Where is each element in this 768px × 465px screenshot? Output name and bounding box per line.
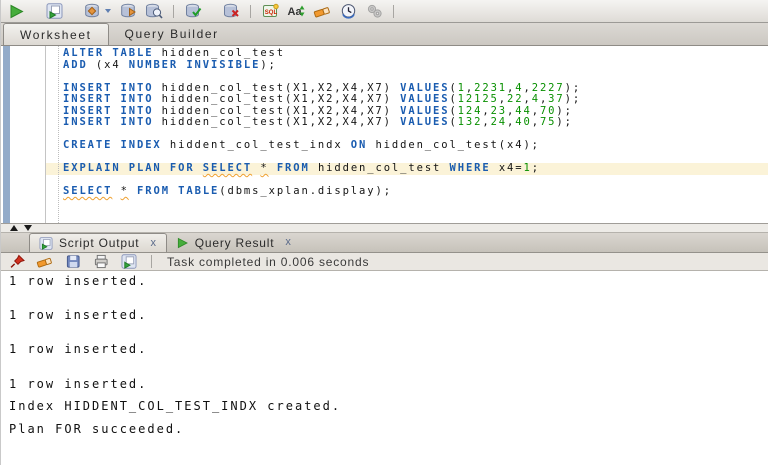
rollback-button[interactable] [220, 2, 242, 21]
editor-margin-strip [3, 46, 10, 223]
tab-query-result[interactable]: Query Result x [167, 233, 301, 252]
cancel-task-button[interactable] [363, 2, 385, 21]
case-toggle-icon: Aa [288, 5, 305, 18]
collapse-down-icon[interactable] [24, 225, 32, 231]
toolbar-separator [250, 4, 251, 18]
run-script-icon [121, 254, 136, 269]
autotrace-dropdown-icon[interactable] [105, 9, 111, 13]
eraser-icon [36, 257, 52, 268]
eraser-icon [313, 7, 330, 18]
sql-tuning-advisor-button[interactable] [143, 2, 165, 21]
printer-icon [94, 254, 108, 269]
sql-history-button[interactable] [337, 2, 359, 21]
editor-indent-guide [58, 46, 59, 223]
unshared-worksheet-button[interactable]: SQL [259, 2, 281, 21]
clear-output-button[interactable] [35, 254, 54, 270]
commit-button[interactable] [182, 2, 204, 21]
tab-script-output-label: Script Output [59, 236, 140, 250]
close-icon[interactable]: x [285, 237, 291, 248]
commit-icon [185, 3, 201, 18]
explain-plan-button[interactable] [117, 2, 139, 21]
code-line[interactable]: ADD (x4 NUMBER INVISIBLE); [46, 59, 768, 72]
svg-text:Aa: Aa [288, 6, 303, 18]
explain-plan-icon [120, 3, 136, 18]
toolbar-separator [151, 255, 152, 268]
code-line-highlighted[interactable]: EXPLAIN PLAN FOR SELECT * FROM hidden_co… [46, 162, 768, 175]
run-script-button[interactable] [43, 2, 65, 21]
gears-icon [367, 4, 382, 18]
svg-text:SQL: SQL [264, 10, 277, 16]
panel-splitter[interactable] [1, 224, 768, 233]
run-statement-icon [10, 4, 24, 18]
code-line[interactable]: SELECT * FROM TABLE(dbms_xplan.display); [46, 185, 768, 198]
output-toolbar: Task completed in 0.006 seconds [1, 253, 768, 271]
tab-query-builder[interactable]: Query Builder [109, 23, 235, 45]
code-area[interactable]: ALTER TABLE hidden_col_test ADD (x4 NUMBE… [46, 47, 768, 198]
tab-script-output[interactable]: Script Output x [29, 233, 167, 252]
script-output-text: 1 row inserted. 1 row inserted. 1 row in… [1, 271, 768, 465]
worksheet-tabbar: Worksheet Query Builder [1, 23, 768, 46]
rollback-icon [223, 3, 239, 18]
unshared-worksheet-icon: SQL [262, 3, 279, 17]
task-status: Task completed in 0.006 seconds [167, 254, 370, 269]
clear-button[interactable] [311, 2, 333, 21]
clock-icon [341, 4, 355, 19]
toolbar-separator [173, 4, 174, 18]
tab-worksheet-label: Worksheet [20, 27, 92, 42]
code-line[interactable]: CREATE INDEX hiddent_col_test_indx ON hi… [46, 139, 768, 152]
pin-button[interactable] [7, 254, 26, 270]
sql-editor[interactable]: ALTER TABLE hidden_col_test ADD (x4 NUMBE… [1, 46, 768, 224]
tab-worksheet[interactable]: Worksheet [3, 23, 109, 45]
tab-query-builder-label: Query Builder [124, 27, 219, 41]
run-statement-button[interactable] [5, 2, 27, 21]
code-line[interactable]: INSERT INTO hidden_col_test(X1,X2,X4,X7)… [46, 116, 768, 129]
collapse-up-icon[interactable] [10, 225, 18, 231]
save-button[interactable] [63, 254, 82, 270]
sql-developer-window: SQL Aa Worksheet Query Builder ALTER TAB… [0, 0, 768, 465]
floppy-save-icon [66, 255, 80, 268]
close-icon[interactable]: x [150, 237, 156, 249]
autotrace-button[interactable] [81, 2, 103, 21]
main-toolbar: SQL Aa [1, 0, 768, 23]
autotrace-icon [84, 3, 99, 18]
run-script-icon [39, 236, 53, 250]
run-statement-icon [176, 237, 189, 249]
tab-query-result-label: Query Result [194, 235, 275, 250]
print-button[interactable] [91, 254, 110, 270]
output-tabbar: Script Output x Query Result x [1, 233, 768, 253]
case-toggle-button[interactable]: Aa [285, 2, 307, 21]
run-script-icon [46, 3, 62, 19]
pushpin-icon [10, 254, 25, 268]
toolbar-separator [393, 4, 394, 18]
sql-tuning-advisor-icon [146, 3, 163, 19]
run-script-output-button[interactable] [119, 254, 138, 270]
